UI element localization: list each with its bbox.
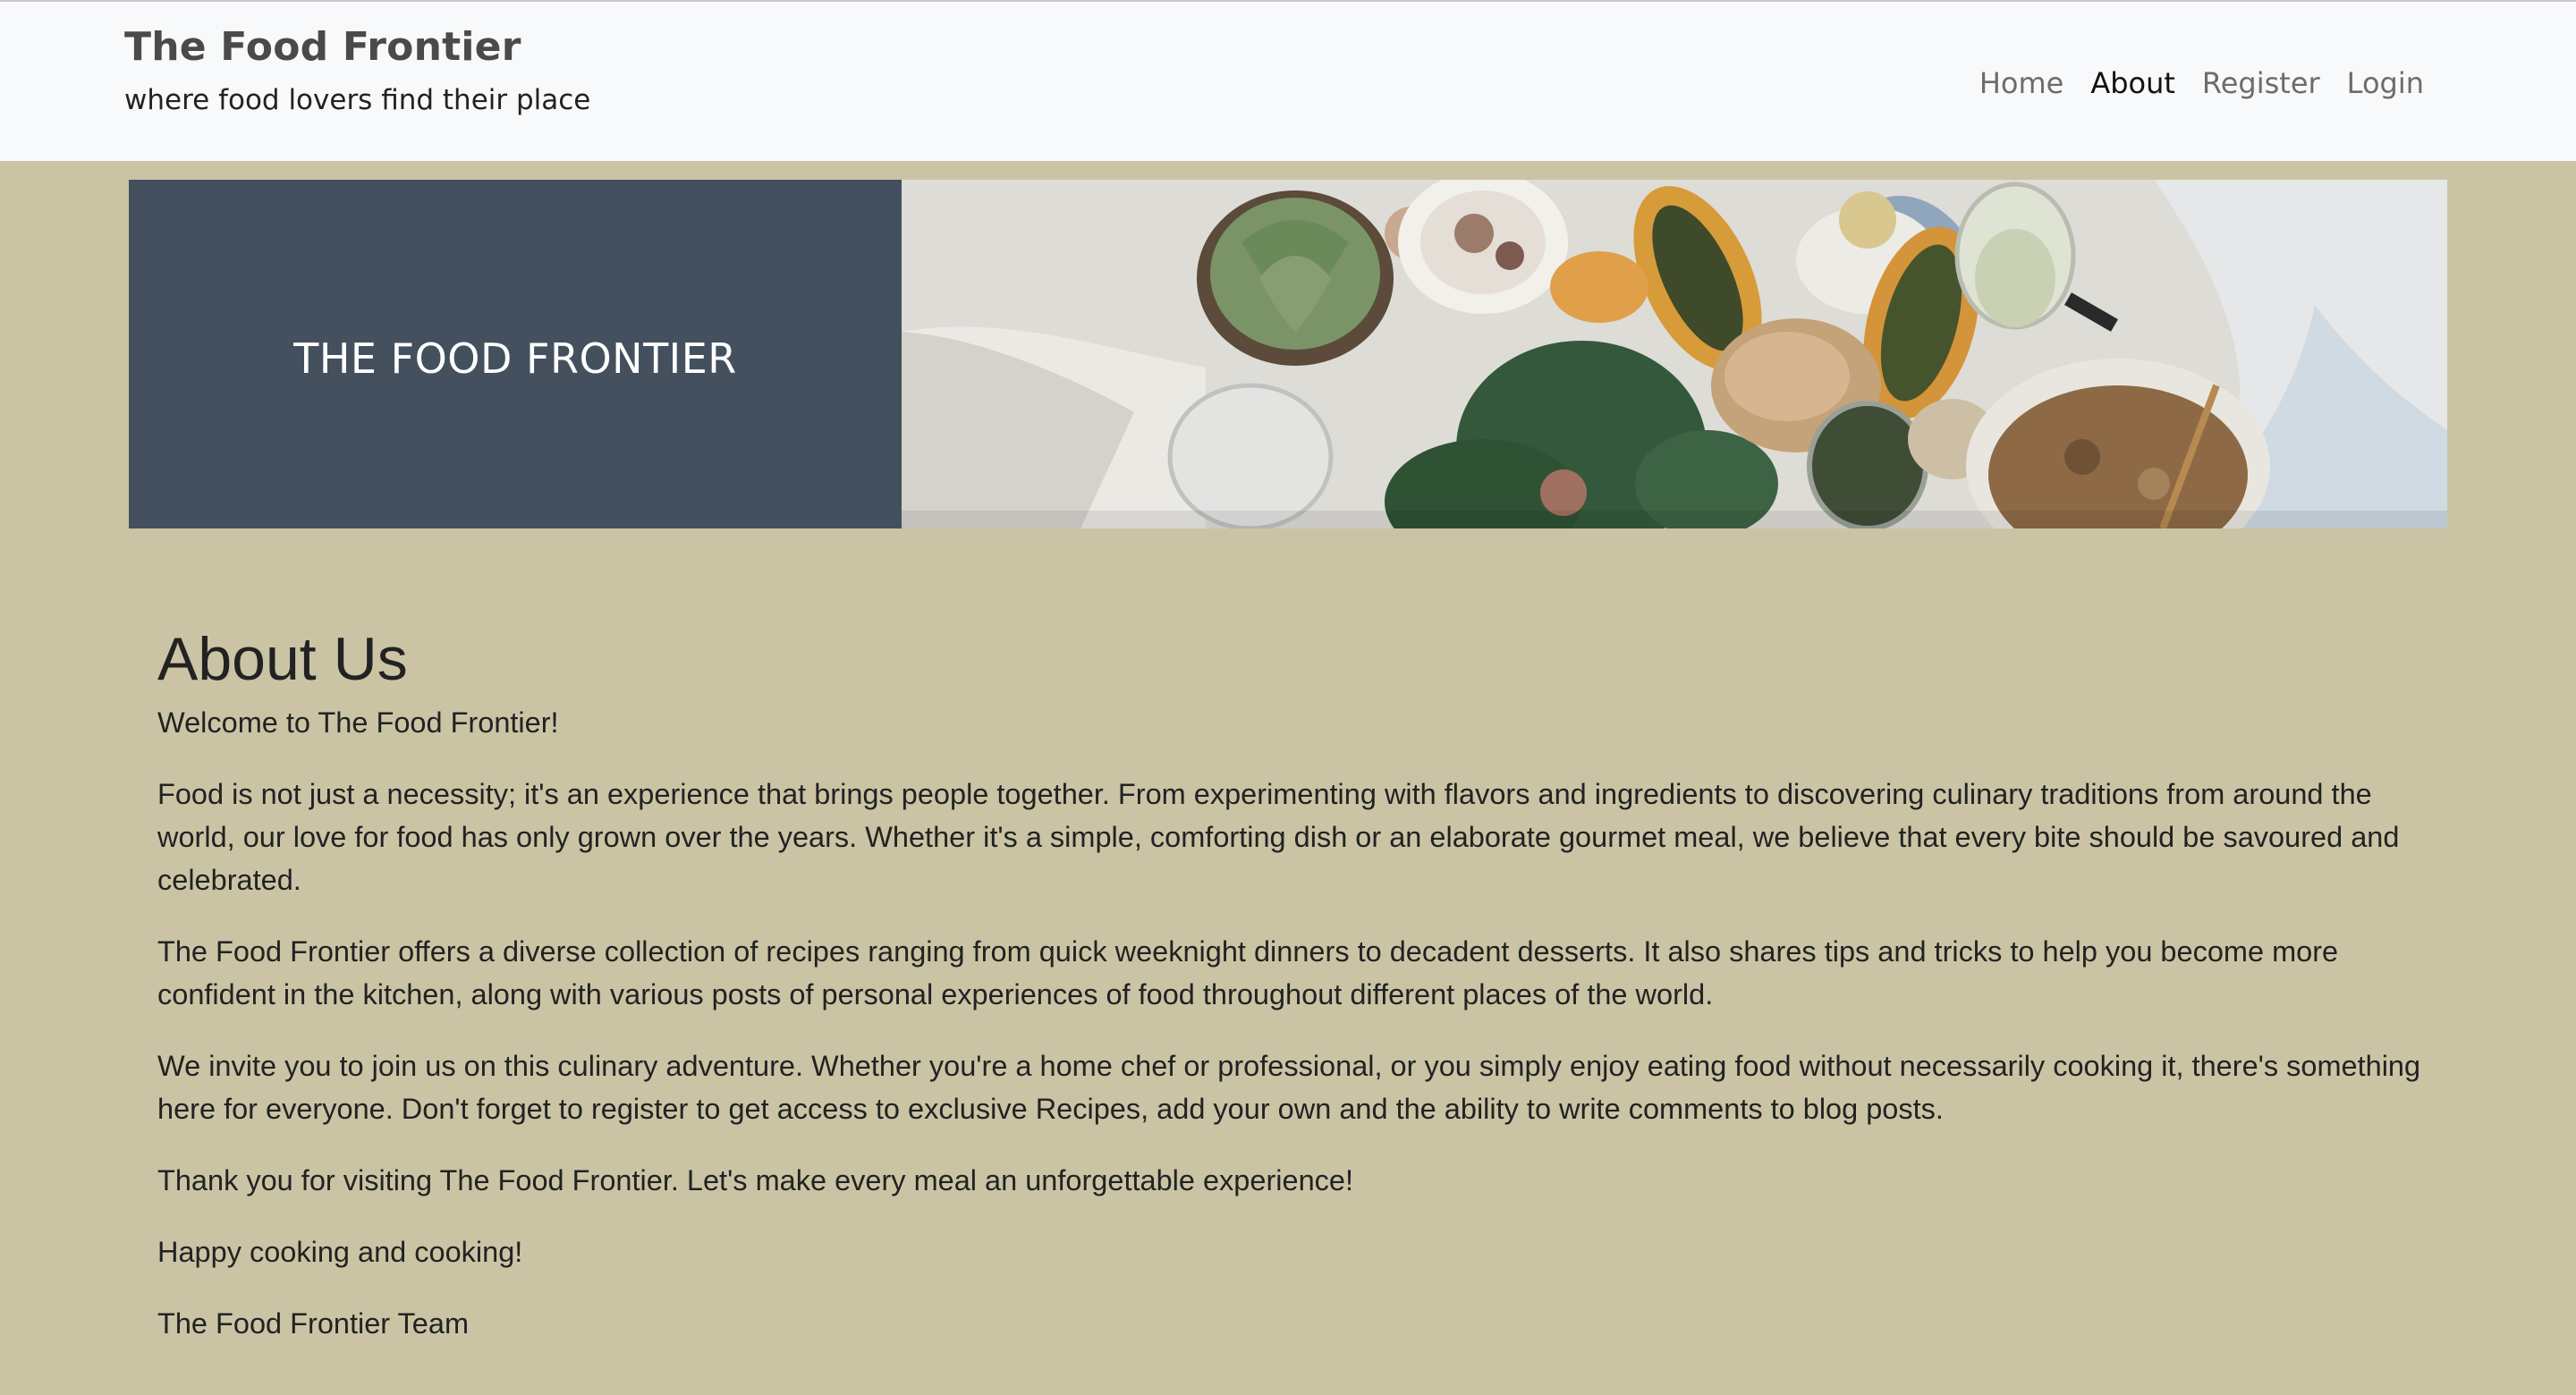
- nav-link-login[interactable]: Login: [2334, 63, 2437, 104]
- nav-link-register[interactable]: Register: [2189, 63, 2334, 104]
- hero-panel: THE FOOD FRONTIER: [129, 180, 902, 528]
- brand-title: The Food Frontier: [124, 24, 521, 70]
- hero-title: THE FOOD FRONTIER: [293, 334, 737, 383]
- brand-tagline: where food lovers find their place: [124, 84, 591, 116]
- page-title: About Us: [157, 625, 408, 693]
- hero-banner: THE FOOD FRONTIER: [129, 180, 2447, 528]
- about-paragraph-offerings: The Food Frontier offers a diverse colle…: [157, 935, 2339, 1010]
- about-paragraph-intro: Food is not just a necessity; it's an ex…: [157, 778, 2400, 896]
- navbar: The Food Frontier where food lovers find…: [0, 0, 2576, 161]
- about-signature: The Food Frontier Team: [157, 1307, 470, 1340]
- nav-link-home[interactable]: Home: [1966, 63, 2078, 104]
- food-table-photo: [902, 180, 2447, 528]
- hero-image: [902, 180, 2447, 528]
- about-paragraph-welcome: Welcome to The Food Frontier!: [157, 706, 559, 739]
- about-paragraph-invitation: We invite you to join us on this culinar…: [157, 1050, 2421, 1125]
- about-paragraph-closing: Happy cooking and cooking!: [157, 1236, 523, 1268]
- about-paragraph-thanks: Thank you for visiting The Food Frontier…: [157, 1164, 1354, 1196]
- nav-links: Home About Register Login: [1966, 63, 2437, 104]
- about-content: About Us Welcome to The Food Frontier! F…: [157, 617, 2429, 1374]
- brand-link[interactable]: The Food Frontier where food lovers find…: [124, 20, 590, 120]
- nav-link-about[interactable]: About: [2077, 63, 2189, 104]
